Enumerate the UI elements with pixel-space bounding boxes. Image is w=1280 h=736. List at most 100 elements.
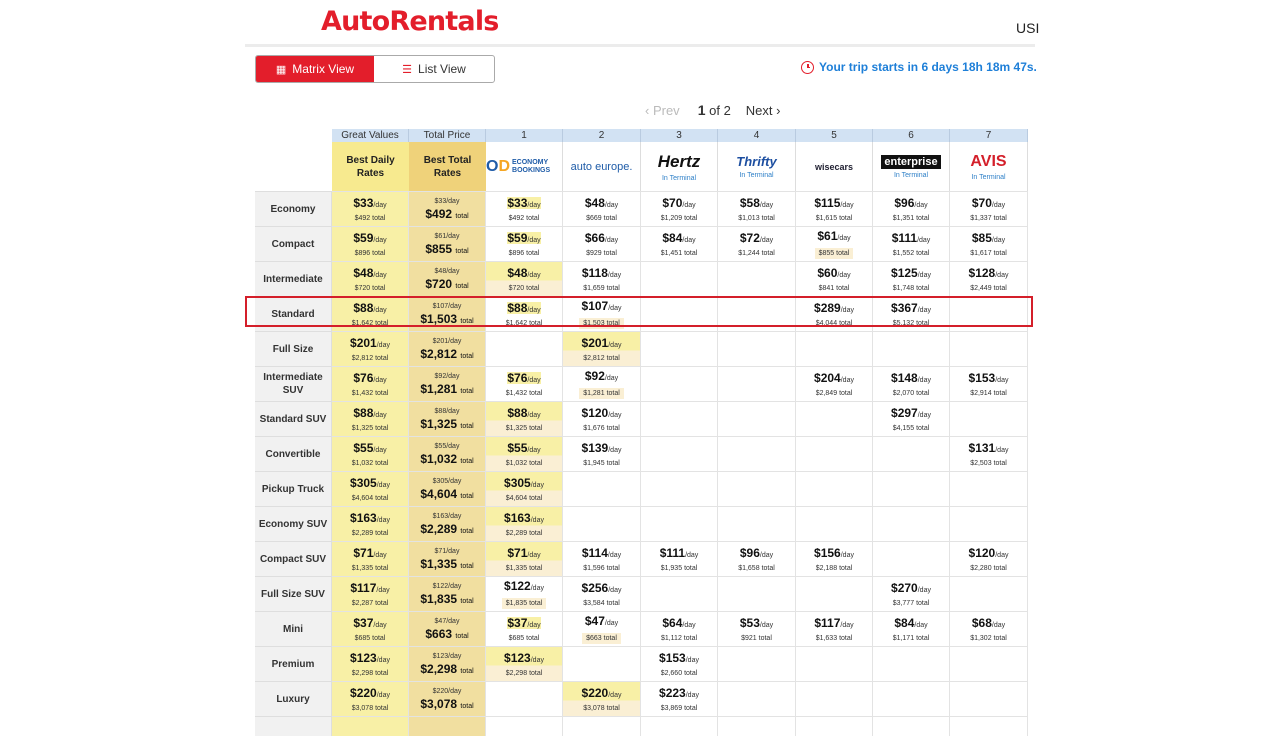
rate-cell[interactable]: $88/day $1,325 total: [486, 401, 563, 436]
rate-cell[interactable]: $111/day $1,552 total: [873, 226, 950, 261]
best-daily-rates-header[interactable]: Best Daily Rates: [332, 142, 409, 191]
rate-cell[interactable]: $270/day $3,777 total: [873, 576, 950, 611]
rate-cell[interactable]: $223/day $3,869 total: [641, 681, 718, 716]
rate-cell[interactable]: $70/day $1,337 total: [950, 191, 1028, 226]
list-view-button[interactable]: ☰ List View: [374, 56, 494, 82]
best-daily-cell[interactable]: $37/day $685 total: [332, 611, 409, 646]
rate-cell[interactable]: $61/day $855 total: [796, 226, 873, 261]
rate-cell[interactable]: $58/day $1,013 total: [718, 191, 796, 226]
rate-cell[interactable]: $153/day $2,660 total: [641, 646, 718, 681]
rate-cell[interactable]: $367/day $5,132 total: [873, 296, 950, 331]
rate-cell[interactable]: $115/day $1,615 total: [796, 191, 873, 226]
rate-cell[interactable]: $163/day $2,289 total: [486, 506, 563, 541]
rate-cell[interactable]: $128/day $2,449 total: [950, 261, 1028, 296]
rate-cell[interactable]: $220/day $3,078 total: [563, 681, 641, 716]
rate-cell[interactable]: $153/day $2,914 total: [950, 366, 1028, 401]
rate-cell[interactable]: $297/day $4,155 total: [873, 401, 950, 436]
rate-cell[interactable]: $76/day $1,432 total: [486, 366, 563, 401]
best-total-cell[interactable]: $122/day $1,835 total: [409, 576, 486, 611]
rate-cell[interactable]: $33/day $492 total: [486, 191, 563, 226]
rate-cell[interactable]: $117/day $1,633 total: [796, 611, 873, 646]
best-daily-cell[interactable]: $88/day $1,325 total: [332, 401, 409, 436]
rate-cell[interactable]: $88/day $1,642 total: [486, 296, 563, 331]
rate-cell[interactable]: $123/day $2,298 total: [486, 646, 563, 681]
rate-cell[interactable]: $107/day $1,503 total: [563, 296, 641, 331]
best-daily-cell[interactable]: $201/day $2,812 total: [332, 331, 409, 366]
rate-cell[interactable]: $59/day $896 total: [486, 226, 563, 261]
best-total-cell[interactable]: $201/day $2,812 total: [409, 331, 486, 366]
rate-cell[interactable]: $70/day $1,209 total: [641, 191, 718, 226]
rate-cell[interactable]: $55/day $1,032 total: [486, 436, 563, 471]
rate-cell[interactable]: $305/day $4,604 total: [486, 471, 563, 506]
rate-cell[interactable]: $92/day $1,281 total: [563, 366, 641, 401]
best-total-cell[interactable]: $107/day $1,503 total: [409, 296, 486, 331]
rate-cell[interactable]: $204/day $2,849 total: [796, 366, 873, 401]
rate-cell[interactable]: $66/day $929 total: [563, 226, 641, 261]
best-daily-cell[interactable]: $123/day $2,298 total: [332, 646, 409, 681]
best-daily-cell[interactable]: $48/day $720 total: [332, 261, 409, 296]
rate-cell[interactable]: $96/day $1,658 total: [718, 541, 796, 576]
best-total-cell[interactable]: $55/day $1,032 total: [409, 436, 486, 471]
autorentals-logo[interactable]: AutoRentals: [321, 6, 499, 37]
best-total-cell[interactable]: $47/day $663 total: [409, 611, 486, 646]
rate-cell[interactable]: $96/day $1,351 total: [873, 191, 950, 226]
best-daily-cell[interactable]: $59/day $896 total: [332, 226, 409, 261]
rate-cell[interactable]: $139/day $1,945 total: [563, 436, 641, 471]
best-daily-cell[interactable]: $71/day $1,335 total: [332, 541, 409, 576]
supplier-header-hertz[interactable]: Hertz In Terminal: [641, 142, 718, 191]
rate-cell[interactable]: $85/day $1,617 total: [950, 226, 1028, 261]
rate-cell[interactable]: $84/day $1,451 total: [641, 226, 718, 261]
rate-cell[interactable]: $201/day $2,812 total: [563, 331, 641, 366]
best-daily-cell[interactable]: $117/day $2,287 total: [332, 576, 409, 611]
best-daily-cell[interactable]: $220/day $3,078 total: [332, 681, 409, 716]
supplier-header-thrifty[interactable]: Thrifty In Terminal: [718, 142, 796, 191]
rate-cell[interactable]: $47/day $663 total: [563, 611, 641, 646]
matrix-view-button[interactable]: ▦ Matrix View: [256, 56, 374, 82]
rate-cell[interactable]: $48/day $669 total: [563, 191, 641, 226]
rate-cell[interactable]: $64/day $1,112 total: [641, 611, 718, 646]
best-daily-cell[interactable]: $163/day $2,289 total: [332, 506, 409, 541]
best-total-cell[interactable]: $61/day $855 total: [409, 226, 486, 261]
rate-cell[interactable]: $53/day $921 total: [718, 611, 796, 646]
rate-cell[interactable]: $120/day $2,280 total: [950, 541, 1028, 576]
rate-cell[interactable]: $68/day $1,302 total: [950, 611, 1028, 646]
rate-cell[interactable]: $111/day $1,935 total: [641, 541, 718, 576]
best-daily-cell[interactable]: $305/day $4,604 total: [332, 471, 409, 506]
best-total-cell[interactable]: $33/day $492 total: [409, 191, 486, 226]
best-total-cell[interactable]: $220/day $3,078 total: [409, 681, 486, 716]
supplier-header-enterprise[interactable]: enterprise In Terminal: [873, 142, 950, 191]
rate-cell[interactable]: $114/day $1,596 total: [563, 541, 641, 576]
rate-cell[interactable]: $48/day $720 total: [486, 261, 563, 296]
next-page-button[interactable]: Next ›: [746, 103, 781, 118]
best-total-cell[interactable]: $123/day $2,298 total: [409, 646, 486, 681]
best-daily-cell[interactable]: $88/day $1,642 total: [332, 296, 409, 331]
rate-cell[interactable]: $60/day $841 total: [796, 261, 873, 296]
best-daily-cell[interactable]: $55/day $1,032 total: [332, 436, 409, 471]
best-total-cell[interactable]: $71/day $1,335 total: [409, 541, 486, 576]
best-daily-cell[interactable]: $33/day $492 total: [332, 191, 409, 226]
rate-cell[interactable]: $71/day $1,335 total: [486, 541, 563, 576]
rate-cell[interactable]: $256/day $3,584 total: [563, 576, 641, 611]
best-total-cell[interactable]: $163/day $2,289 total: [409, 506, 486, 541]
best-total-cell[interactable]: $92/day $1,281 total: [409, 366, 486, 401]
best-total-cell[interactable]: $305/day $4,604 total: [409, 471, 486, 506]
rate-cell[interactable]: $122/day $1,835 total: [486, 576, 563, 611]
best-total-cell[interactable]: $48/day $720 total: [409, 261, 486, 296]
supplier-header-avis[interactable]: AVIS In Terminal: [950, 142, 1028, 191]
rate-cell[interactable]: $131/day $2,503 total: [950, 436, 1028, 471]
rate-cell[interactable]: $289/day $4,044 total: [796, 296, 873, 331]
rate-cell[interactable]: $156/day $2,188 total: [796, 541, 873, 576]
best-total-cell[interactable]: $88/day $1,325 total: [409, 401, 486, 436]
supplier-header-wisecars[interactable]: wisecars: [796, 142, 873, 191]
rate-cell[interactable]: $125/day $1,748 total: [873, 261, 950, 296]
supplier-header-economy-bookings[interactable]: OD ECONOMY BOOKINGS: [486, 142, 563, 191]
rate-cell[interactable]: $72/day $1,244 total: [718, 226, 796, 261]
prev-page-button[interactable]: ‹ Prev: [645, 103, 680, 118]
supplier-header-auto-europe[interactable]: auto europe.: [563, 142, 641, 191]
currency-selector[interactable]: USI: [1016, 20, 1039, 36]
best-daily-cell[interactable]: $76/day $1,432 total: [332, 366, 409, 401]
rate-cell[interactable]: $148/day $2,070 total: [873, 366, 950, 401]
rate-cell[interactable]: $118/day $1,659 total: [563, 261, 641, 296]
rate-cell[interactable]: $37/day $685 total: [486, 611, 563, 646]
rate-cell[interactable]: $84/day $1,171 total: [873, 611, 950, 646]
